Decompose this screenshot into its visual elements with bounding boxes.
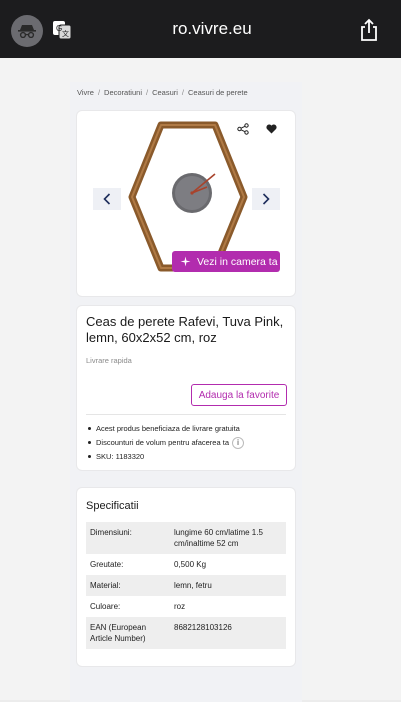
spec-key: Material: — [90, 581, 121, 590]
list-item: Acest produs beneficiaza de livrare grat… — [86, 423, 244, 437]
list-item: Discounturi de volum pentru afacerea ta i — [86, 437, 244, 451]
breadcrumb: Vivre / Decoratiuni / Ceasuri / Ceasuri de per… — [77, 88, 248, 97]
divider — [86, 414, 286, 415]
breadcrumb-separator: / — [181, 88, 185, 97]
add-to-favorites-label: Adauga la favorite — [198, 389, 280, 401]
breadcrumb-separator: / — [145, 88, 149, 97]
url-text: ro.vivre.eu — [172, 19, 252, 38]
breadcrumb-item-decoratiuni[interactable]: Decoratiuni — [104, 88, 142, 97]
incognito-icon[interactable] — [11, 15, 43, 47]
heart-icon[interactable] — [261, 119, 281, 139]
table-row: Greutate: 0,500 Kg — [86, 554, 286, 575]
specifications-table: Dimensiuni: lungime 60 cm/latime 1.5 cm/… — [86, 522, 286, 649]
spec-value: roz — [174, 602, 186, 611]
view-in-room-button[interactable]: Vezi in camera ta — [172, 251, 280, 272]
benefit-volume-discount: Discounturi de volum pentru afacerea ta — [96, 438, 229, 447]
spec-key: Dimensiuni: — [90, 528, 132, 537]
spec-key: Greutate: — [90, 560, 124, 569]
info-icon[interactable]: i — [232, 437, 244, 449]
share-product-icon[interactable] — [233, 119, 253, 139]
list-item: SKU: 1183320 — [86, 451, 244, 465]
benefits-list: Acest produs beneficiaza de livrare grat… — [86, 423, 244, 465]
breadcrumb-item-ceasuri[interactable]: Ceasuri — [152, 88, 178, 97]
svg-text:文: 文 — [62, 29, 69, 38]
spec-value: lungime 60 cm/latime 1.5 cm/inaltime 52 … — [174, 528, 263, 548]
address-bar[interactable]: ro.vivre.eu — [84, 8, 340, 50]
product-title: Ceas de perete Rafevi, Tuva Pink, lemn, … — [86, 314, 284, 345]
add-to-favorites-button[interactable]: Adauga la favorite — [191, 384, 287, 406]
spec-value: 8682128103126 — [174, 623, 232, 632]
browser-toolbar: G 文 ro.vivre.eu — [0, 0, 401, 58]
table-row: Culoare: roz — [86, 596, 286, 617]
breadcrumb-item-ceasuri-de-perete[interactable]: Ceasuri de perete — [188, 88, 248, 97]
spec-key: EAN (European Article Number) — [90, 623, 147, 643]
spec-value: lemn, fetru — [174, 581, 212, 590]
benefit-free-delivery: Acest produs beneficiaza de livrare grat… — [96, 424, 240, 433]
chevron-right-icon — [262, 193, 270, 205]
next-image-button[interactable] — [252, 188, 280, 210]
spec-key: Culoare: — [90, 602, 121, 611]
specifications-title: Specificatii — [86, 500, 139, 512]
table-row: Dimensiuni: lungime 60 cm/latime 1.5 cm/… — [86, 522, 286, 554]
translate-icon[interactable]: G 文 — [52, 20, 72, 40]
prev-image-button[interactable] — [93, 188, 121, 210]
sparkle-icon — [180, 256, 191, 267]
table-row: Material: lemn, fetru — [86, 575, 286, 596]
share-icon[interactable] — [358, 18, 380, 42]
breadcrumb-item-vivre[interactable]: Vivre — [77, 88, 94, 97]
table-row: EAN (European Article Number) 8682128103… — [86, 617, 286, 649]
sku-label: SKU: 1183320 — [96, 452, 145, 461]
view-in-room-label: Vezi in camera ta — [197, 255, 278, 268]
delivery-label: Livrare rapida — [86, 356, 132, 365]
breadcrumb-separator: / — [97, 88, 101, 97]
spec-value: 0,500 Kg — [174, 560, 207, 569]
chevron-left-icon — [103, 193, 111, 205]
